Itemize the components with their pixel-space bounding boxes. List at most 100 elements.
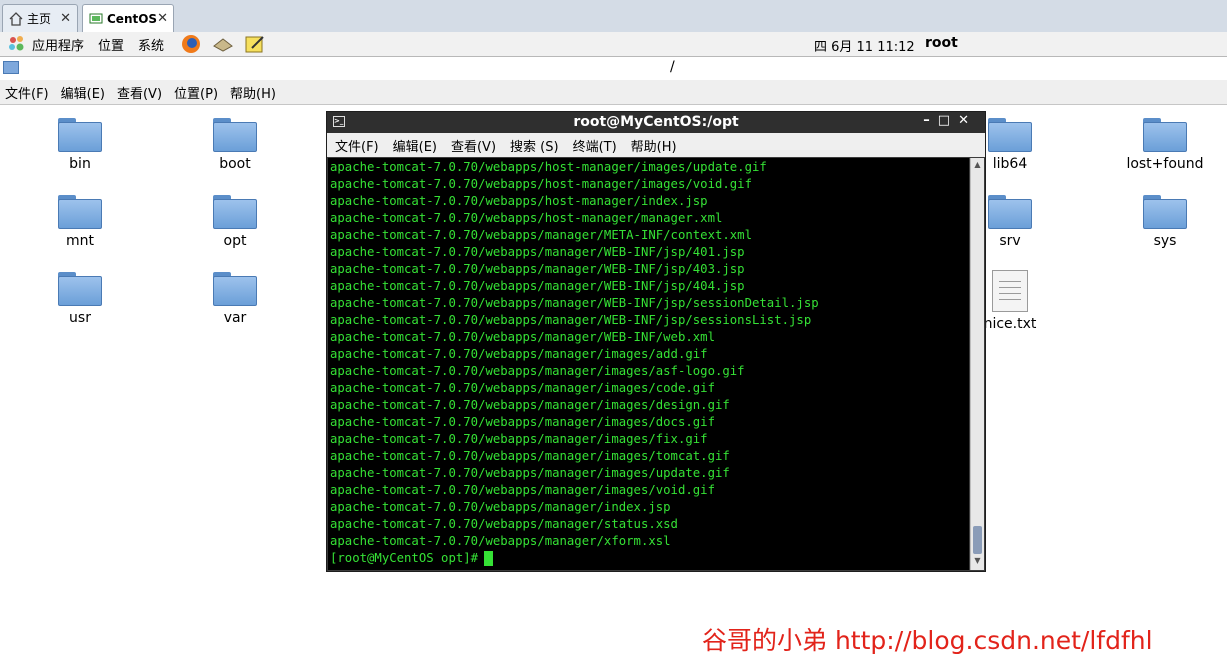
- terminal-line: apache-tomcat-7.0.70/webapps/host-manage…: [330, 177, 752, 191]
- terminal-output: apache-tomcat-7.0.70/webapps/host-manage…: [328, 158, 969, 550]
- file-item[interactable]: lost+found: [1110, 118, 1220, 172]
- file-item[interactable]: var: [180, 272, 290, 326]
- home-icon: [9, 11, 23, 26]
- terminal-line: apache-tomcat-7.0.70/webapps/manager/ima…: [330, 381, 715, 395]
- folder-icon: [988, 118, 1032, 152]
- gnome-foot-icon[interactable]: [8, 35, 26, 53]
- file-item[interactable]: bin: [25, 118, 135, 172]
- terminal-menubar: 文件(F) 编辑(E) 查看(V) 搜索 (S) 终端(T) 帮助(H): [327, 133, 985, 157]
- menu-edit[interactable]: 编辑(E): [61, 83, 105, 102]
- maximize-icon[interactable]: □: [938, 113, 958, 128]
- file-label: lost+found: [1126, 156, 1204, 172]
- folder-icon: [213, 195, 257, 229]
- file-item[interactable]: mnt: [25, 195, 135, 249]
- terminal-line: apache-tomcat-7.0.70/webapps/manager/ima…: [330, 432, 708, 446]
- file-label: usr: [69, 310, 91, 326]
- clock[interactable]: 四 6月 11 11:12: [814, 36, 915, 55]
- minimize-icon[interactable]: –: [923, 113, 938, 128]
- menu-system[interactable]: 系统: [138, 35, 164, 54]
- terminal-line: apache-tomcat-7.0.70/webapps/manager/ind…: [330, 500, 671, 514]
- menu-go[interactable]: 位置(P): [174, 83, 218, 102]
- folder-icon: [1143, 118, 1187, 152]
- terminal-line: apache-tomcat-7.0.70/webapps/host-manage…: [330, 211, 723, 225]
- notes-icon[interactable]: [244, 34, 266, 54]
- menu-view[interactable]: 查看(V): [451, 136, 496, 155]
- firefox-icon[interactable]: [180, 34, 202, 54]
- menu-search[interactable]: 搜索 (S): [510, 136, 559, 155]
- folder-icon: [213, 118, 257, 152]
- tab-bar: 主页 ✕ CentOS ✕: [0, 0, 1227, 33]
- terminal-line: apache-tomcat-7.0.70/webapps/manager/sta…: [330, 517, 678, 531]
- terminal-line: apache-tomcat-7.0.70/webapps/manager/MET…: [330, 228, 752, 242]
- tab-home-label: 主页: [27, 12, 52, 26]
- menu-edit[interactable]: 编辑(E): [393, 136, 437, 155]
- file-label: bin: [69, 156, 91, 172]
- scroll-up-icon[interactable]: ▲: [972, 160, 983, 172]
- terminal-scrollbar[interactable]: ▲ ▼: [970, 158, 984, 570]
- menu-terminal[interactable]: 终端(T): [573, 136, 617, 155]
- terminal-prompt-line[interactable]: [root@MyCentOS opt]#: [328, 550, 969, 567]
- terminal-line: apache-tomcat-7.0.70/webapps/manager/WEB…: [330, 245, 745, 259]
- tab-centos-label: CentOS: [107, 11, 158, 26]
- terminal-line: apache-tomcat-7.0.70/webapps/manager/ima…: [330, 398, 730, 412]
- terminal-line: apache-tomcat-7.0.70/webapps/manager/xfo…: [330, 534, 671, 548]
- file-item[interactable]: opt: [180, 195, 290, 249]
- terminal-titlebar[interactable]: >_ root@MyCentOS:/opt –□✕: [327, 112, 985, 133]
- menu-help[interactable]: 帮助(H): [230, 83, 276, 102]
- file-label: opt: [223, 233, 247, 249]
- file-item[interactable]: boot: [180, 118, 290, 172]
- terminal-prompt: [root@MyCentOS opt]#: [330, 551, 479, 565]
- folder-icon[interactable]: [3, 61, 19, 74]
- tab-home[interactable]: 主页 ✕: [2, 4, 78, 32]
- terminal-line: apache-tomcat-7.0.70/webapps/manager/ima…: [330, 483, 715, 497]
- folder-icon: [988, 195, 1032, 229]
- folder-icon: [1143, 195, 1187, 229]
- terminal-line: apache-tomcat-7.0.70/webapps/manager/ima…: [330, 347, 708, 361]
- file-label: sys: [1153, 233, 1177, 249]
- terminal-line: apache-tomcat-7.0.70/webapps/manager/ima…: [330, 466, 730, 480]
- tab-centos[interactable]: CentOS ✕: [82, 4, 174, 32]
- close-icon[interactable]: ✕: [958, 113, 977, 128]
- menu-help[interactable]: 帮助(H): [631, 136, 677, 155]
- terminal-line: apache-tomcat-7.0.70/webapps/manager/ima…: [330, 449, 730, 463]
- terminal-line: apache-tomcat-7.0.70/webapps/manager/WEB…: [330, 279, 745, 293]
- terminal-screen[interactable]: apache-tomcat-7.0.70/webapps/host-manage…: [328, 158, 969, 570]
- close-icon[interactable]: ✕: [157, 11, 168, 26]
- terminal-line: apache-tomcat-7.0.70/webapps/manager/ima…: [330, 415, 715, 429]
- user-name[interactable]: root: [925, 35, 958, 51]
- window-controls: –□✕: [923, 113, 977, 128]
- terminal-line: apache-tomcat-7.0.70/webapps/manager/WEB…: [330, 296, 819, 310]
- location-path: /: [670, 59, 675, 75]
- terminal-line: apache-tomcat-7.0.70/webapps/manager/WEB…: [330, 262, 745, 276]
- terminal-title: root@MyCentOS:/opt: [573, 114, 739, 130]
- menu-places[interactable]: 位置: [98, 35, 124, 54]
- terminal-line: apache-tomcat-7.0.70/webapps/manager/ima…: [330, 364, 745, 378]
- top-panel: 应用程序 位置 系统: [0, 32, 1227, 57]
- file-label: boot: [219, 156, 251, 172]
- vm-icon: [89, 12, 103, 26]
- menu-applications[interactable]: 应用程序: [32, 35, 84, 54]
- scroll-down-icon[interactable]: ▼: [972, 556, 983, 568]
- terminal-window[interactable]: >_ root@MyCentOS:/opt –□✕ 文件(F) 编辑(E) 查看…: [326, 111, 986, 572]
- watermark: 谷哥的小弟 http://blog.csdn.net/lfdfhl: [702, 626, 1153, 655]
- menu-view[interactable]: 查看(V): [117, 83, 162, 102]
- text-file-icon: [992, 270, 1028, 312]
- file-label: mnt: [66, 233, 94, 249]
- scrollbar-thumb[interactable]: [973, 526, 982, 554]
- file-item[interactable]: usr: [25, 272, 135, 326]
- mail-icon[interactable]: [212, 34, 234, 54]
- location-bar: /: [0, 58, 1227, 80]
- folder-icon: [213, 272, 257, 306]
- file-item[interactable]: sys: [1110, 195, 1220, 249]
- terminal-line: apache-tomcat-7.0.70/webapps/host-manage…: [330, 194, 708, 208]
- filemanager-menubar: 文件(F) 编辑(E) 查看(V) 位置(P) 帮助(H): [0, 80, 1227, 105]
- terminal-cursor: [484, 551, 494, 566]
- close-icon[interactable]: ✕: [60, 11, 71, 26]
- folder-icon: [58, 118, 102, 152]
- menu-file[interactable]: 文件(F): [335, 136, 379, 155]
- menu-file[interactable]: 文件(F): [5, 83, 49, 102]
- folder-icon: [58, 195, 102, 229]
- terminal-line: apache-tomcat-7.0.70/webapps/manager/WEB…: [330, 330, 715, 344]
- folder-icon: [58, 272, 102, 306]
- terminal-line: apache-tomcat-7.0.70/webapps/manager/WEB…: [330, 313, 812, 327]
